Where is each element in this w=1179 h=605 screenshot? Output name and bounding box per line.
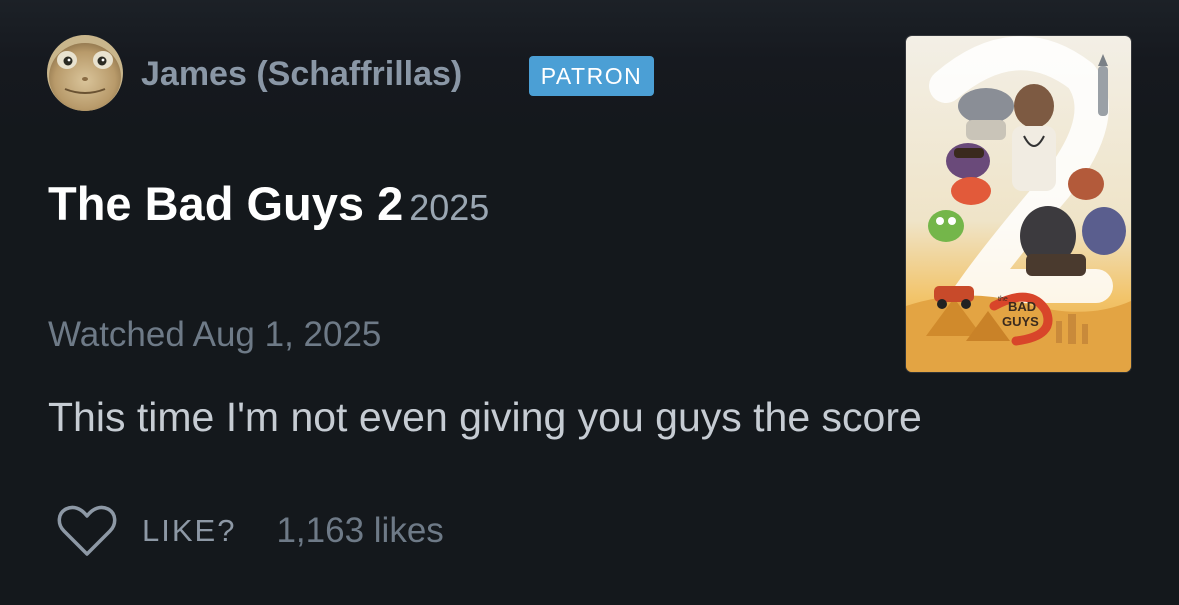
- film-title-link[interactable]: The Bad Guys 2: [48, 177, 403, 230]
- like-row: LIKE? 1,163 likes: [56, 503, 444, 559]
- film-poster[interactable]: the BAD GUYS: [906, 36, 1131, 372]
- review-card: James (Schaffrillas) PATRON The Bad Guys…: [0, 0, 1179, 605]
- likes-count[interactable]: 1,163 likes: [276, 511, 443, 551]
- film-year-link[interactable]: 2025: [409, 187, 489, 228]
- poster-logo-small: the: [998, 296, 1008, 303]
- review-text: This time I'm not even giving you guys t…: [48, 394, 922, 440]
- patron-badge: PATRON: [529, 56, 654, 96]
- film-heading: The Bad Guys 2 2025: [48, 176, 489, 244]
- watched-date: Watched Aug 1, 2025: [48, 315, 382, 354]
- like-button[interactable]: LIKE?: [142, 513, 236, 549]
- poster-logo-line1: BAD: [1008, 299, 1036, 314]
- heart-outline-icon[interactable]: [56, 504, 118, 558]
- poster-logo-line2: GUYS: [1002, 314, 1039, 329]
- avatar[interactable]: [47, 35, 123, 111]
- username-link[interactable]: James (Schaffrillas): [141, 54, 462, 94]
